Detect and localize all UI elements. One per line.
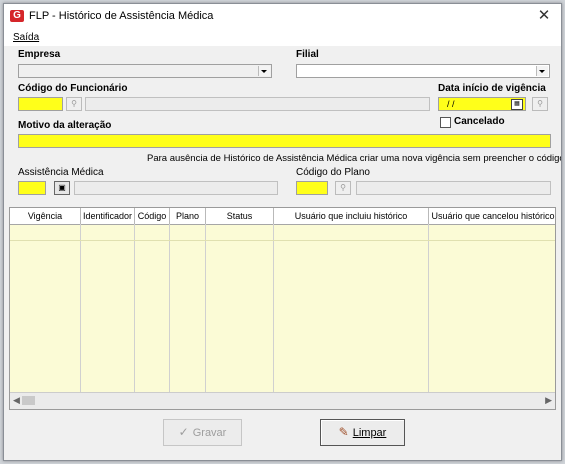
col-identificador[interactable]: Identificador: [81, 208, 135, 224]
col-usuario-incluiu[interactable]: Usuário que incluiu histórico: [274, 208, 429, 224]
search-grid-icon[interactable]: ▣: [54, 181, 70, 195]
col-status[interactable]: Status: [206, 208, 274, 224]
codigo-plano-label: Código do Plano: [296, 167, 370, 178]
menu-bar: Saída: [4, 28, 561, 46]
col-vigencia[interactable]: Vigência: [10, 208, 81, 224]
plano-name-field: [356, 181, 551, 195]
codigo-funcionario-label: Código do Funcionário: [18, 83, 128, 94]
codigo-plano-input[interactable]: [296, 181, 328, 195]
hint-text: Para ausência de Histórico de Assistênci…: [147, 153, 562, 164]
binoculars-icon[interactable]: ⚲: [335, 181, 351, 195]
col-usuario-cancelou[interactable]: Usuário que cancelou histórico: [429, 208, 555, 224]
data-inicio-label: Data início de vigência: [438, 83, 546, 94]
assistencia-name-field: [74, 181, 278, 195]
col-codigo[interactable]: Código: [135, 208, 170, 224]
history-grid[interactable]: Vigência Identificador Código Plano Stat…: [9, 207, 556, 410]
dropdown-arrow-icon[interactable]: [536, 66, 548, 76]
codigo-funcionario-input[interactable]: [18, 97, 63, 111]
checkmark-icon: ✓: [178, 425, 189, 439]
row-divider: [10, 240, 555, 241]
scroll-right-icon[interactable]: ▶: [545, 395, 552, 406]
grid-header: Vigência Identificador Código Plano Stat…: [10, 208, 555, 225]
binoculars-icon[interactable]: ⚲: [66, 97, 82, 111]
col-plano[interactable]: Plano: [170, 208, 206, 224]
menu-exit-label: Saída: [13, 32, 40, 43]
scroll-left-icon[interactable]: ◀: [13, 395, 20, 406]
limpar-button[interactable]: ✎ Limpar: [320, 419, 405, 446]
calendar-icon[interactable]: ▦: [511, 99, 523, 110]
assistencia-input[interactable]: [18, 181, 46, 195]
title-bar: G FLP - Histórico de Assistência Médica …: [4, 4, 561, 28]
horizontal-scrollbar[interactable]: ◀ ▶: [10, 392, 555, 409]
data-inicio-input[interactable]: / / ▦: [438, 97, 526, 111]
col-divider: [80, 224, 81, 392]
empresa-label: Empresa: [18, 49, 61, 60]
close-icon[interactable]: ✕: [531, 6, 557, 26]
gravar-label: Gravar: [192, 427, 227, 439]
filial-select[interactable]: [296, 64, 550, 78]
gravar-button[interactable]: ✓ Gravar: [163, 419, 242, 446]
window-title: FLP - Histórico de Assistência Médica: [29, 10, 214, 22]
app-logo-icon: G: [10, 10, 24, 22]
menu-exit[interactable]: Saída: [13, 32, 39, 43]
binoculars-icon[interactable]: ⚲: [532, 97, 548, 111]
funcionario-name-field: [85, 97, 430, 111]
motivo-input[interactable]: [18, 134, 551, 148]
cancelado-checkbox[interactable]: [440, 117, 451, 128]
col-divider: [273, 224, 274, 392]
data-inicio-value: / /: [447, 99, 455, 109]
empresa-select[interactable]: [18, 64, 272, 78]
assistencia-label: Assistência Médica: [18, 167, 104, 178]
scroll-thumb[interactable]: [22, 396, 35, 405]
motivo-label: Motivo da alteração: [18, 120, 112, 131]
col-divider: [205, 224, 206, 392]
col-divider: [169, 224, 170, 392]
col-divider: [428, 224, 429, 392]
main-window: G FLP - Histórico de Assistência Médica …: [3, 3, 562, 461]
filial-label: Filial: [296, 49, 319, 60]
eraser-icon: ✎: [338, 425, 349, 439]
col-divider: [134, 224, 135, 392]
limpar-label: Limpar: [352, 427, 387, 439]
dropdown-arrow-icon[interactable]: [258, 66, 270, 76]
cancelado-label: Cancelado: [454, 116, 505, 127]
